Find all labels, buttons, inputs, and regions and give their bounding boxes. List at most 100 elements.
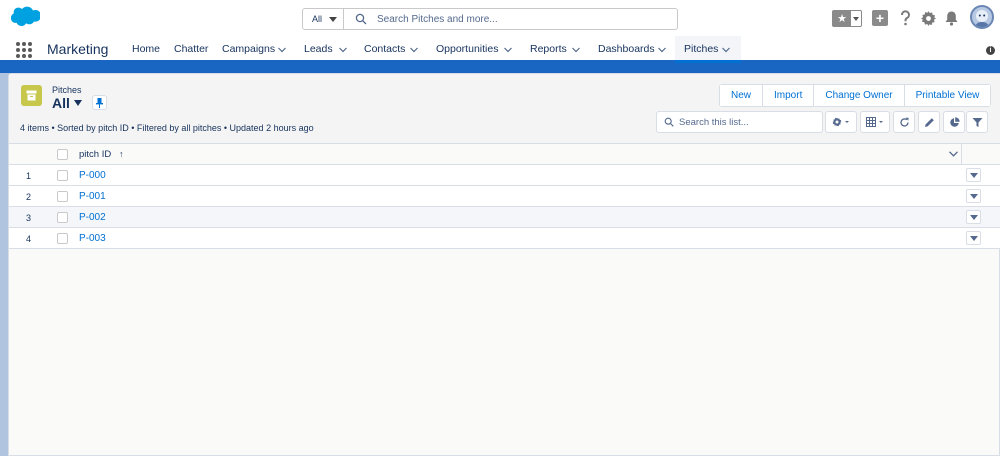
app-name: Marketing xyxy=(47,41,109,57)
list-search[interactable] xyxy=(656,111,823,133)
row-checkbox[interactable] xyxy=(57,212,68,223)
filters-button[interactable] xyxy=(966,111,988,133)
list-view-name[interactable]: All xyxy=(52,95,70,111)
brand-band xyxy=(0,63,1000,73)
pitch-id-link[interactable]: P-002 xyxy=(79,212,106,223)
table-row[interactable]: 4 P-003 xyxy=(9,228,1000,249)
caret-down-icon xyxy=(970,236,978,241)
nav-item-dashboards[interactable]: Dashboards xyxy=(598,36,655,63)
app-navigation-bar: Marketing Home Chatter Campaigns Leads C… xyxy=(0,36,1000,63)
row-number: 2 xyxy=(26,192,32,202)
settings-gear-icon xyxy=(832,117,849,127)
pitch-id-link[interactable]: P-000 xyxy=(79,170,106,181)
list-view-switcher-caret-icon[interactable] xyxy=(74,100,82,106)
list-actions-button-group: New Import Change Owner Printable View xyxy=(719,84,992,107)
search-icon xyxy=(664,117,674,127)
charts-button[interactable] xyxy=(943,111,965,133)
row-number: 4 xyxy=(26,234,32,244)
column-header-pitch-id[interactable]: pitch ID xyxy=(79,149,111,160)
chart-icon xyxy=(949,116,960,127)
display-as-button[interactable] xyxy=(860,111,890,133)
table-row[interactable]: 1 P-000 xyxy=(9,165,1000,186)
opportunities-chevron-down-icon[interactable] xyxy=(504,47,512,53)
campaigns-chevron-down-icon[interactable] xyxy=(278,47,286,53)
list-view-header: Pitches All 4 items • Sorted by pitch ID… xyxy=(9,74,1000,144)
nav-item-home[interactable]: Home xyxy=(132,36,160,63)
nav-item-label: Opportunities xyxy=(436,43,499,55)
row-checkbox[interactable] xyxy=(57,233,68,244)
reports-chevron-down-icon[interactable] xyxy=(572,47,580,53)
nav-item-opportunities[interactable]: Opportunities xyxy=(436,36,498,63)
table-view-icon xyxy=(866,117,883,127)
search-scope-label: All xyxy=(312,14,323,24)
change-owner-button[interactable]: Change Owner xyxy=(814,85,905,106)
list-summary: 4 items • Sorted by pitch ID • Filtered … xyxy=(20,123,314,133)
pitch-id-link[interactable]: P-001 xyxy=(79,191,106,202)
app-launcher-icon[interactable] xyxy=(16,42,32,58)
info-icon[interactable]: i xyxy=(986,46,995,55)
caret-down-icon xyxy=(970,194,978,199)
notifications-bell-icon[interactable] xyxy=(944,10,959,26)
refresh-button[interactable] xyxy=(893,111,915,133)
nav-item-label: Pitches xyxy=(684,43,719,55)
favorites-star-icon[interactable]: ★ xyxy=(833,11,851,26)
row-actions-menu-button[interactable] xyxy=(966,231,981,245)
global-header: All ★ + xyxy=(0,0,1000,36)
global-search[interactable]: All xyxy=(302,8,678,30)
column-divider[interactable] xyxy=(961,144,962,165)
nav-item-label: Dashboards xyxy=(598,43,655,55)
list-view-card: Pitches All 4 items • Sorted by pitch ID… xyxy=(8,73,1000,456)
nav-item-campaigns[interactable]: Campaigns xyxy=(222,36,275,63)
global-search-input[interactable] xyxy=(377,11,667,27)
salesforce-logo-icon[interactable] xyxy=(10,6,40,28)
search-scope-select[interactable]: All xyxy=(303,9,344,29)
nav-item-label: Campaigns xyxy=(222,43,276,55)
nav-item-reports[interactable]: Reports xyxy=(530,36,567,63)
row-checkbox[interactable] xyxy=(57,170,68,181)
edit-list-button[interactable] xyxy=(918,111,940,133)
setup-gear-icon[interactable] xyxy=(921,11,936,26)
row-actions-menu-button[interactable] xyxy=(966,189,981,203)
column-actions-chevron-down-icon[interactable] xyxy=(949,151,958,157)
table-row[interactable]: 3 P-002 xyxy=(9,207,1000,228)
help-icon[interactable] xyxy=(899,10,912,26)
list-search-input[interactable] xyxy=(679,115,817,129)
nav-item-label: Reports xyxy=(530,43,567,55)
nav-item-label: Chatter xyxy=(174,43,209,55)
user-avatar[interactable] xyxy=(970,5,994,29)
row-checkbox[interactable] xyxy=(57,191,68,202)
nav-item-pitches[interactable]: Pitches xyxy=(675,36,741,63)
avatar-icon xyxy=(975,10,989,27)
nav-item-chatter[interactable]: Chatter xyxy=(174,36,208,63)
contacts-chevron-down-icon[interactable] xyxy=(410,47,418,53)
row-number: 3 xyxy=(26,213,32,223)
nav-item-label: Leads xyxy=(304,43,333,55)
pitch-id-link[interactable]: P-003 xyxy=(79,233,106,244)
nav-item-label: Contacts xyxy=(364,43,406,55)
row-actions-menu-button[interactable] xyxy=(966,210,981,224)
new-button[interactable]: New xyxy=(720,85,764,106)
refresh-icon xyxy=(899,117,909,127)
select-all-checkbox[interactable] xyxy=(57,149,68,160)
filter-icon xyxy=(972,117,982,127)
nav-item-contacts[interactable]: Contacts xyxy=(364,36,406,63)
scope-caret-icon xyxy=(329,17,337,22)
row-actions-menu-button[interactable] xyxy=(966,168,981,182)
import-button[interactable]: Import xyxy=(763,85,815,106)
nav-item-leads[interactable]: Leads xyxy=(304,36,333,63)
favorites-button[interactable]: ★ xyxy=(832,10,862,27)
dashboards-chevron-down-icon[interactable] xyxy=(658,47,666,53)
caret-down-icon xyxy=(970,173,978,178)
list-settings-button[interactable] xyxy=(825,111,857,133)
favorites-list-dropdown[interactable] xyxy=(851,11,861,26)
search-icon xyxy=(355,13,367,25)
pin-icon xyxy=(96,98,103,108)
row-number: 1 xyxy=(26,171,32,181)
pin-list-view-button[interactable] xyxy=(92,95,107,110)
table-row[interactable]: 2 P-001 xyxy=(9,186,1000,207)
sort-ascending-icon[interactable]: ↑ xyxy=(119,149,124,159)
printable-view-button[interactable]: Printable View xyxy=(904,85,991,106)
pitches-chevron-down-icon[interactable] xyxy=(722,47,730,53)
leads-chevron-down-icon[interactable] xyxy=(339,47,347,53)
add-icon[interactable]: + xyxy=(872,10,888,26)
